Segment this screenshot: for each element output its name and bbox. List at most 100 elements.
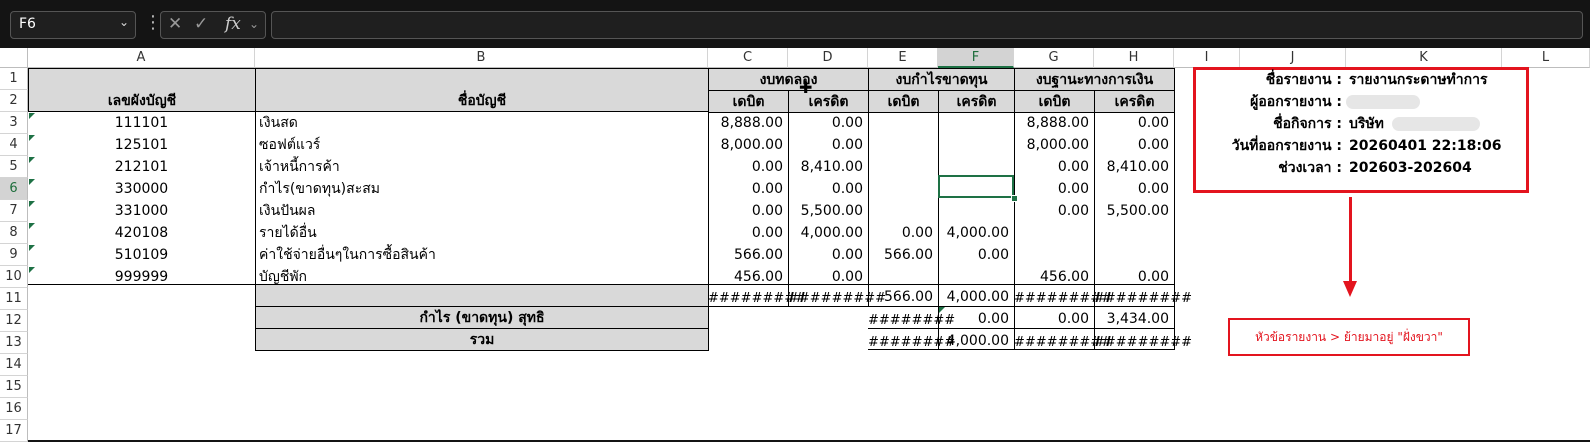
row-header-16[interactable]: 16 xyxy=(0,398,28,420)
row-header-1[interactable]: 1 xyxy=(0,68,28,90)
column-header-l[interactable]: L xyxy=(1502,48,1590,68)
cell-g[interactable]: 0.00 xyxy=(1014,200,1094,222)
row-header-6[interactable]: 6 xyxy=(0,178,28,200)
total-h[interactable]: ######### xyxy=(1094,288,1192,310)
cell-c[interactable]: 8,888.00 xyxy=(708,112,788,134)
grand-total-label[interactable]: รวม xyxy=(255,328,709,351)
row-header-12[interactable]: 12 xyxy=(0,310,28,332)
column-header-e[interactable]: E xyxy=(868,48,938,68)
cell-h[interactable] xyxy=(1094,222,1174,244)
row-header-14[interactable]: 14 xyxy=(0,354,28,376)
cell-e[interactable] xyxy=(868,156,938,178)
cell-c[interactable]: 0.00 xyxy=(708,178,788,200)
cell-g[interactable]: 456.00 xyxy=(1014,266,1094,288)
row-header-4[interactable]: 4 xyxy=(0,134,28,156)
cell-account-no[interactable]: 510109 xyxy=(28,244,255,266)
column-header-k[interactable]: K xyxy=(1346,48,1502,68)
total-f[interactable]: 4,000.00 xyxy=(938,286,1014,308)
cell-d[interactable]: 8,410.00 xyxy=(788,156,868,178)
cell-account-no[interactable]: 125101 xyxy=(28,134,255,156)
check-icon[interactable]: ✓ xyxy=(194,14,208,34)
cell-g[interactable] xyxy=(1014,244,1094,266)
grand-total-h[interactable]: ######### xyxy=(1094,332,1192,354)
error-indicator-icon[interactable] xyxy=(939,307,945,313)
net-profit-g[interactable]: 0.00 xyxy=(1014,308,1094,330)
cell-d[interactable]: 0.00 xyxy=(788,134,868,156)
fx-icon[interactable]: fx xyxy=(225,14,241,34)
grand-total-g[interactable]: ######### xyxy=(1014,332,1112,354)
cell-c[interactable]: 8,000.00 xyxy=(708,134,788,156)
cell-f[interactable]: 4,000.00 xyxy=(938,222,1014,244)
total-e[interactable]: 566.00 xyxy=(868,286,938,308)
cell-g[interactable]: 8,000.00 xyxy=(1014,134,1094,156)
column-header-c[interactable]: C xyxy=(708,48,788,68)
grand-total-f[interactable]: 4,000.00 xyxy=(938,330,1014,352)
cell-account-no[interactable]: 999999 xyxy=(28,266,255,288)
cell-e[interactable] xyxy=(868,266,938,288)
row-header-11[interactable]: 11 xyxy=(0,288,28,310)
fill-handle[interactable] xyxy=(1011,195,1018,202)
close-icon[interactable]: ✕ xyxy=(168,14,182,34)
cell-e[interactable] xyxy=(868,178,938,200)
error-indicator-icon[interactable] xyxy=(29,157,35,163)
formula-input[interactable] xyxy=(271,11,1583,39)
cell-f[interactable]: 0.00 xyxy=(938,244,1014,266)
cell-e[interactable]: 0.00 xyxy=(868,222,938,244)
chevron-down-icon[interactable]: ⌄ xyxy=(249,17,259,31)
total-c[interactable]: ######### xyxy=(708,288,806,310)
cell-e[interactable] xyxy=(868,200,938,222)
error-indicator-icon[interactable] xyxy=(29,267,35,273)
column-header-d[interactable]: D xyxy=(788,48,868,68)
cell-f[interactable] xyxy=(938,134,1014,156)
row-header-17[interactable]: 17 xyxy=(0,420,28,442)
totals-label-cell[interactable] xyxy=(255,284,709,307)
column-header-h[interactable]: H xyxy=(1094,48,1174,68)
column-header-i[interactable]: I xyxy=(1174,48,1240,68)
row-header-2[interactable]: 2 xyxy=(0,90,28,112)
cell-account-name[interactable]: เงินปันผล xyxy=(255,200,708,222)
cell-account-no[interactable]: 212101 xyxy=(28,156,255,178)
error-indicator-icon[interactable] xyxy=(29,113,35,119)
select-all-corner[interactable] xyxy=(0,48,28,68)
cell-d[interactable]: 0.00 xyxy=(788,178,868,200)
cell-e[interactable]: 566.00 xyxy=(868,244,938,266)
column-header-f[interactable]: F xyxy=(938,48,1014,68)
row-header-3[interactable]: 3 xyxy=(0,112,28,134)
net-profit-label[interactable]: กำไร (ขาดทุน) สุทธิ xyxy=(255,306,709,329)
cell-d[interactable]: 0.00 xyxy=(788,112,868,134)
cell-h[interactable]: 5,500.00 xyxy=(1094,200,1174,222)
grand-total-e[interactable]: ######## xyxy=(868,332,955,354)
cell-h[interactable]: 0.00 xyxy=(1094,112,1174,134)
cell-c[interactable]: 566.00 xyxy=(708,244,788,266)
error-indicator-icon[interactable] xyxy=(29,201,35,207)
cell-h[interactable]: 0.00 xyxy=(1094,266,1174,288)
error-indicator-icon[interactable] xyxy=(29,179,35,185)
cell-d[interactable]: 4,000.00 xyxy=(788,222,868,244)
chevron-down-icon[interactable]: ⌄ xyxy=(119,15,129,29)
cell-account-name[interactable]: ซอฟต์แวร์ xyxy=(255,134,708,156)
error-indicator-icon[interactable] xyxy=(29,135,35,141)
cell-f[interactable] xyxy=(938,266,1014,288)
cell-account-name[interactable]: เจ้าหนี้การค้า xyxy=(255,156,708,178)
name-box[interactable]: F6 ⌄ xyxy=(10,11,136,39)
cell-account-no[interactable]: 420108 xyxy=(28,222,255,244)
cell-account-name[interactable]: กำไร(ขาดทุน)สะสม xyxy=(255,178,708,200)
column-header-g[interactable]: G xyxy=(1014,48,1094,68)
cell-c[interactable]: 0.00 xyxy=(708,222,788,244)
cell-account-no[interactable]: 330000 xyxy=(28,178,255,200)
row-header-13[interactable]: 13 xyxy=(0,332,28,354)
cell-d[interactable]: 0.00 xyxy=(788,266,868,288)
cell-account-name[interactable]: ค่าใช้จ่ายอื่นๆในการซื้อสินค้า xyxy=(255,244,708,266)
cell-account-no[interactable]: 111101 xyxy=(28,112,255,134)
cell-g[interactable]: 0.00 xyxy=(1014,156,1094,178)
net-profit-e[interactable]: ######## xyxy=(868,310,955,332)
cell-c[interactable]: 0.00 xyxy=(708,156,788,178)
cell-d[interactable]: 5,500.00 xyxy=(788,200,868,222)
error-indicator-icon[interactable] xyxy=(29,223,35,229)
total-d[interactable]: ######### xyxy=(788,288,886,310)
cell-f[interactable] xyxy=(938,200,1014,222)
net-profit-h[interactable]: 3,434.00 xyxy=(1094,308,1174,330)
cell-e[interactable] xyxy=(868,112,938,134)
cell-account-name[interactable]: รายได้อื่น xyxy=(255,222,708,244)
cell-g[interactable]: 0.00 xyxy=(1014,178,1094,200)
